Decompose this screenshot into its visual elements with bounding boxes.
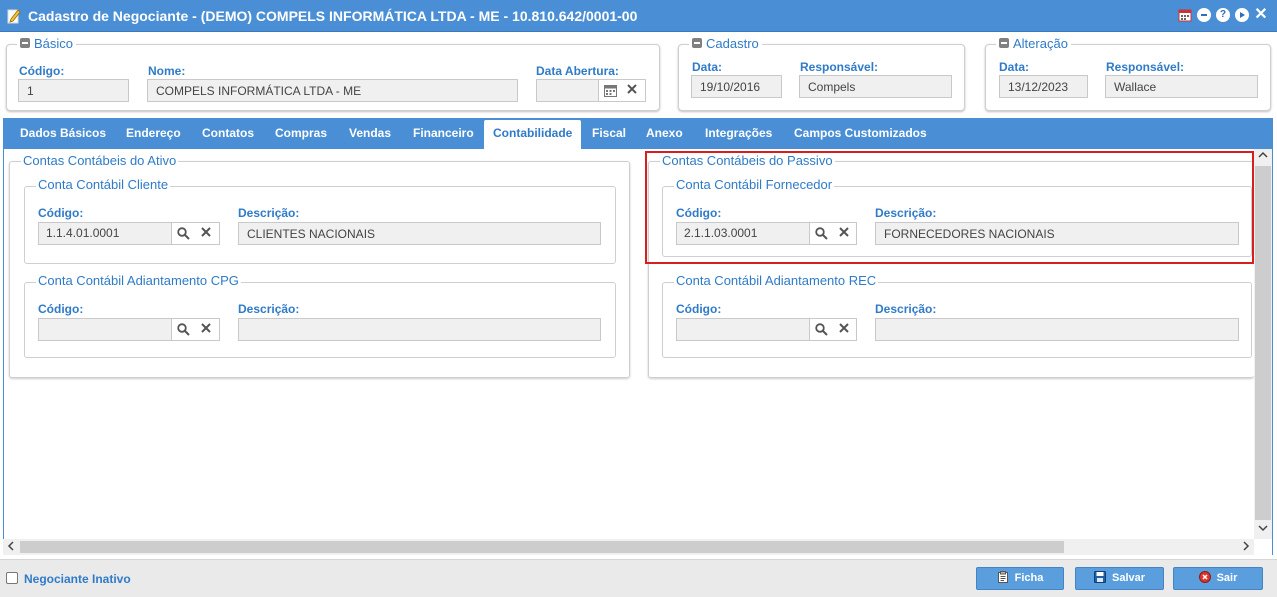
- inativo-label[interactable]: Negociante Inativo: [24, 572, 131, 586]
- tab-financeiro[interactable]: Financeiro: [413, 126, 474, 140]
- cadastro-responsavel-field: Compels: [799, 75, 952, 98]
- cliente-codigo-value[interactable]: 1.1.4.01.0001: [39, 223, 172, 244]
- adiantamento-rec-descricao-field: [875, 318, 1239, 341]
- cliente-codigo-field[interactable]: 1.1.4.01.0001: [38, 222, 220, 245]
- codigo-field[interactable]: 1: [18, 79, 129, 102]
- clear-icon[interactable]: [623, 82, 641, 100]
- tab-vendas[interactable]: Vendas: [349, 126, 391, 140]
- adiantamento-rec-codigo-value[interactable]: [677, 319, 810, 340]
- tab-integracoes[interactable]: Integrações: [705, 126, 772, 140]
- tab-fiscal[interactable]: Fiscal: [592, 126, 626, 140]
- tab-anexo[interactable]: Anexo: [646, 126, 683, 140]
- cliente-codigo-label: Código:: [38, 206, 84, 220]
- calendar-icon[interactable]: [1178, 8, 1192, 22]
- sair-button[interactable]: Sair: [1173, 567, 1263, 590]
- tab-endereco[interactable]: Endereço: [126, 126, 181, 140]
- vertical-scroll-thumb[interactable]: [1255, 166, 1271, 520]
- collapse-icon[interactable]: [692, 38, 702, 48]
- data-abertura-value[interactable]: [537, 80, 599, 101]
- collapse-icon[interactable]: [20, 38, 30, 48]
- minimize-icon[interactable]: [1197, 8, 1211, 22]
- cadastro-data-field: 19/10/2016: [691, 75, 782, 98]
- tab-contatos[interactable]: Contatos: [202, 126, 254, 140]
- clipboard-icon: [997, 570, 1009, 583]
- adiantamento-cpg-title: Conta Contábil Adiantamento CPG: [36, 273, 241, 288]
- adiantamento-rec-codigo-label: Código:: [676, 302, 722, 316]
- cliente-descricao-label: Descrição:: [238, 206, 300, 220]
- exit-icon: [1198, 570, 1211, 583]
- scroll-right-icon[interactable]: [1241, 541, 1251, 554]
- clear-icon[interactable]: [835, 321, 853, 339]
- window-title: Cadastro de Negociante - (DEMO) COMPELS …: [28, 8, 638, 24]
- calendar-icon[interactable]: [601, 82, 619, 100]
- alteracao-panel-title[interactable]: Alteração: [996, 36, 1071, 51]
- search-icon[interactable]: [174, 225, 192, 243]
- ficha-button[interactable]: Ficha: [976, 567, 1064, 590]
- scroll-down-icon[interactable]: [1256, 523, 1270, 536]
- tab-bar: [3, 118, 1273, 149]
- adiantamento-rec-title: Conta Contábil Adiantamento REC: [674, 273, 879, 288]
- cliente-title: Conta Contábil Cliente: [36, 177, 171, 192]
- tab-campos-customizados[interactable]: Campos Customizados: [794, 126, 927, 140]
- collapse-icon[interactable]: [999, 38, 1009, 48]
- alteracao-responsavel-label: Responsável:: [1106, 60, 1185, 74]
- highlight-box: [645, 151, 1254, 264]
- cadastro-panel-title[interactable]: Cadastro: [689, 36, 762, 51]
- scroll-left-icon[interactable]: [6, 541, 16, 554]
- basico-panel-title[interactable]: Básico: [17, 36, 77, 51]
- close-icon[interactable]: ✕: [1254, 7, 1268, 23]
- tab-contabilidade[interactable]: Contabilidade: [484, 120, 582, 149]
- tab-dados-basicos[interactable]: Dados Básicos: [20, 126, 106, 140]
- tab-compras[interactable]: Compras: [275, 126, 327, 140]
- scroll-up-icon[interactable]: [1256, 150, 1270, 163]
- salvar-button[interactable]: Salvar: [1075, 567, 1164, 590]
- adiantamento-cpg-codigo-label: Código:: [38, 302, 84, 316]
- floppy-disk-icon: [1093, 570, 1106, 583]
- search-icon[interactable]: [174, 321, 192, 339]
- data-abertura-label: Data Abertura:: [536, 64, 619, 78]
- clear-icon[interactable]: [197, 225, 215, 243]
- codigo-label: Código:: [19, 64, 65, 78]
- alteracao-responsavel-field: Wallace: [1105, 75, 1258, 98]
- inativo-checkbox[interactable]: [6, 572, 18, 584]
- alteracao-data-field: 13/12/2023: [999, 75, 1088, 98]
- nome-label: Nome:: [148, 64, 186, 78]
- help-icon[interactable]: ?: [1216, 8, 1230, 22]
- adiantamento-cpg-codigo-field[interactable]: [38, 318, 220, 341]
- adiantamento-rec-descricao-label: Descrição:: [875, 302, 937, 316]
- window-titlebar: Cadastro de Negociante - (DEMO) COMPELS …: [0, 0, 1277, 32]
- adiantamento-cpg-descricao-field: [238, 318, 601, 341]
- play-icon[interactable]: [1235, 8, 1249, 22]
- horizontal-scroll-thumb[interactable]: [20, 541, 1064, 553]
- cliente-descricao-field: CLIENTES NACIONAIS: [238, 222, 601, 245]
- cadastro-responsavel-label: Responsável:: [800, 60, 879, 74]
- adiantamento-cpg-codigo-value[interactable]: [39, 319, 172, 340]
- search-icon[interactable]: [812, 321, 830, 339]
- cadastro-data-label: Data:: [692, 60, 723, 74]
- nome-field[interactable]: COMPELS INFORMÁTICA LTDA - ME: [147, 79, 518, 102]
- adiantamento-cpg-descricao-label: Descrição:: [238, 302, 300, 316]
- clear-icon[interactable]: [197, 321, 215, 339]
- edit-document-icon: [7, 8, 21, 24]
- alteracao-data-label: Data:: [999, 60, 1030, 74]
- ativo-title: Contas Contábeis do Ativo: [21, 153, 179, 168]
